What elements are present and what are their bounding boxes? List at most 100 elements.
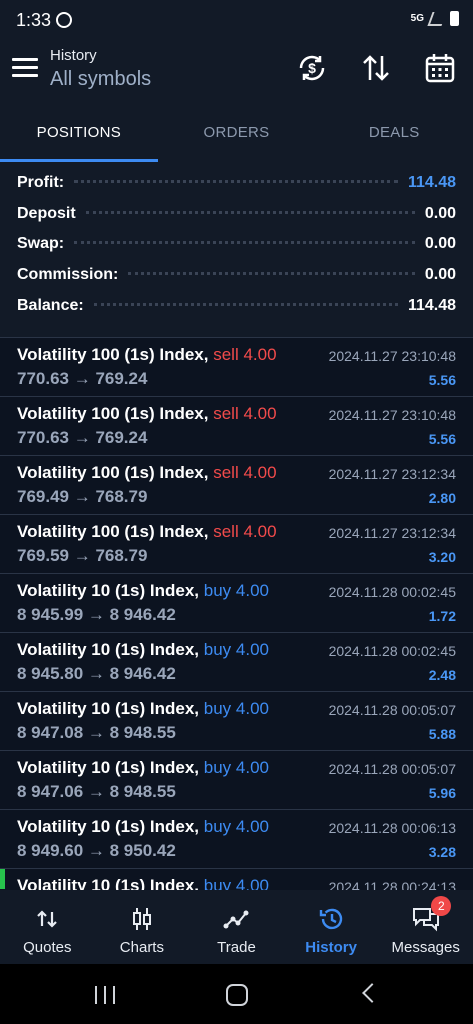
symbol-name: Volatility 100 (1s) Index, bbox=[17, 463, 209, 482]
deal-symbol: Volatility 10 (1s) Index, buy 4.00 bbox=[17, 640, 269, 660]
svg-text:$: $ bbox=[308, 60, 316, 76]
status-indicators: 5G bbox=[411, 11, 459, 26]
deal-profit: 5.96 bbox=[428, 785, 456, 801]
list-item[interactable]: Volatility 100 (1s) Index, sell 4.00 770… bbox=[0, 397, 473, 456]
deal-direction: buy 4.00 bbox=[203, 699, 269, 718]
deal-time: 2024.11.28 00:05:07 bbox=[328, 761, 456, 777]
back-icon[interactable] bbox=[362, 983, 382, 1003]
deal-symbol: Volatility 10 (1s) Index, buy 4.00 bbox=[17, 876, 269, 890]
nav-label: Quotes bbox=[23, 939, 72, 956]
deal-time: 2024.11.28 00:05:07 bbox=[328, 702, 456, 718]
bottom-navigation: Quotes Charts Trade History 2 Messages bbox=[0, 890, 473, 964]
symbol-filter[interactable]: All symbols bbox=[50, 68, 151, 91]
summary-balance-row: Balance: 114.48 bbox=[17, 297, 456, 328]
deal-time: 2024.11.27 23:10:48 bbox=[328, 407, 456, 423]
calendar-icon[interactable] bbox=[422, 50, 458, 86]
summary-deposit-row: Deposit 0.00 bbox=[17, 205, 456, 236]
deposit-value: 0.00 bbox=[424, 204, 456, 222]
profit-label: Profit: bbox=[17, 174, 65, 191]
deal-profit: 3.20 bbox=[428, 549, 456, 565]
symbol-name: Volatility 10 (1s) Index, bbox=[17, 758, 200, 777]
list-item[interactable]: Volatility 10 (1s) Index, buy 4.00 8 945… bbox=[0, 633, 473, 692]
symbol-name: Volatility 10 (1s) Index, bbox=[17, 876, 200, 890]
deal-prices: 8 945.99 → 8 946.42 bbox=[17, 605, 176, 624]
deal-direction: sell 4.00 bbox=[213, 345, 277, 364]
symbol-name: Volatility 10 (1s) Index, bbox=[17, 581, 200, 600]
app-bar: History All symbols $ bbox=[0, 40, 473, 100]
deal-direction: sell 4.00 bbox=[213, 404, 277, 423]
symbol-name: Volatility 100 (1s) Index, bbox=[17, 404, 209, 423]
recent-apps-icon[interactable] bbox=[95, 986, 115, 1004]
deal-symbol: Volatility 10 (1s) Index, buy 4.00 bbox=[17, 699, 269, 719]
symbol-name: Volatility 100 (1s) Index, bbox=[17, 345, 209, 364]
list-item[interactable]: Volatility 10 (1s) Index, buy 4.00 2024.… bbox=[0, 869, 473, 890]
deal-profit: 5.88 bbox=[428, 726, 456, 742]
deal-symbol: Volatility 10 (1s) Index, buy 4.00 bbox=[17, 758, 269, 778]
deal-prices: 769.49 → 768.79 bbox=[17, 487, 148, 506]
deal-prices: 8 949.60 → 8 950.42 bbox=[17, 841, 176, 860]
list-item[interactable]: Volatility 10 (1s) Index, buy 4.00 8 945… bbox=[0, 574, 473, 633]
battery-icon bbox=[450, 11, 459, 26]
balance-value: 114.48 bbox=[407, 296, 456, 314]
deal-prices: 8 947.06 → 8 948.55 bbox=[17, 782, 176, 801]
list-item[interactable]: Volatility 10 (1s) Index, buy 4.00 8 949… bbox=[0, 810, 473, 869]
dotted-leader bbox=[74, 180, 398, 183]
list-item[interactable]: Volatility 100 (1s) Index, sell 4.00 769… bbox=[0, 515, 473, 574]
symbol-name: Volatility 10 (1s) Index, bbox=[17, 640, 200, 659]
deal-prices: 769.59 → 768.79 bbox=[17, 546, 148, 565]
list-item[interactable]: Volatility 10 (1s) Index, buy 4.00 8 947… bbox=[0, 692, 473, 751]
deal-profit: 3.28 bbox=[428, 844, 456, 860]
nav-charts[interactable]: Charts bbox=[95, 890, 190, 964]
tab-deals[interactable]: DEALS bbox=[315, 100, 473, 162]
menu-icon[interactable] bbox=[12, 58, 38, 78]
dotted-leader bbox=[93, 302, 398, 306]
dotted-leader bbox=[128, 272, 415, 276]
balance-label: Balance: bbox=[17, 296, 84, 314]
deal-symbol: Volatility 100 (1s) Index, sell 4.00 bbox=[17, 345, 277, 365]
status-time: 1:33 bbox=[16, 10, 52, 30]
sort-icon[interactable] bbox=[358, 50, 394, 86]
deposit-label: Deposit bbox=[17, 204, 76, 222]
deal-profit: 2.80 bbox=[428, 490, 456, 506]
deal-profit: 5.56 bbox=[428, 372, 456, 388]
deal-time: 2024.11.28 00:02:45 bbox=[328, 643, 456, 659]
list-item[interactable]: Volatility 100 (1s) Index, sell 4.00 769… bbox=[0, 456, 473, 515]
deal-symbol: Volatility 10 (1s) Index, buy 4.00 bbox=[17, 817, 269, 837]
charts-icon bbox=[132, 908, 151, 930]
deal-profit: 5.56 bbox=[428, 431, 456, 447]
summary-commission-row: Commission: 0.00 bbox=[17, 266, 456, 297]
page-title: History bbox=[50, 47, 97, 64]
currency-sync-icon[interactable]: $ bbox=[294, 50, 330, 86]
list-item[interactable]: Volatility 10 (1s) Index, buy 4.00 8 947… bbox=[0, 751, 473, 810]
deal-direction: buy 4.00 bbox=[203, 817, 269, 836]
deal-prices: 8 945.80 → 8 946.42 bbox=[17, 664, 176, 683]
history-tabs: POSITIONS ORDERS DEALS bbox=[0, 100, 473, 162]
system-navigation-bar bbox=[0, 964, 473, 1024]
deal-direction: buy 4.00 bbox=[203, 581, 269, 600]
quotes-icon bbox=[37, 910, 58, 928]
nav-quotes[interactable]: Quotes bbox=[0, 890, 95, 964]
list-item[interactable]: Volatility 100 (1s) Index, sell 4.00 770… bbox=[0, 338, 473, 397]
history-icon bbox=[319, 908, 343, 930]
deal-prices: 8 947.08 → 8 948.55 bbox=[17, 723, 176, 742]
deal-time: 2024.11.28 00:24:13 bbox=[328, 879, 456, 890]
signal-icon bbox=[427, 11, 447, 26]
nav-label: Messages bbox=[391, 939, 460, 956]
deal-direction: buy 4.00 bbox=[203, 758, 269, 777]
whatsapp-notification-icon bbox=[56, 12, 72, 28]
deal-symbol: Volatility 100 (1s) Index, sell 4.00 bbox=[17, 463, 277, 483]
profit-value: 114.48 bbox=[407, 174, 456, 191]
tab-positions[interactable]: POSITIONS bbox=[0, 100, 158, 162]
home-icon[interactable] bbox=[226, 984, 248, 1006]
nav-messages[interactable]: 2 Messages bbox=[378, 890, 473, 964]
nav-history[interactable]: History bbox=[284, 890, 379, 964]
deal-time: 2024.11.28 00:02:45 bbox=[328, 584, 456, 600]
deal-prices: 770.63 → 769.24 bbox=[17, 428, 148, 447]
symbol-name: Volatility 10 (1s) Index, bbox=[17, 817, 200, 836]
positions-list[interactable]: Volatility 100 (1s) Index, sell 4.00 770… bbox=[0, 338, 473, 890]
nav-trade[interactable]: Trade bbox=[189, 890, 284, 964]
deal-time: 2024.11.27 23:12:34 bbox=[328, 525, 456, 541]
network-type: 5G bbox=[410, 13, 424, 24]
tab-orders[interactable]: ORDERS bbox=[158, 100, 316, 162]
deal-profit: 1.72 bbox=[428, 608, 456, 624]
